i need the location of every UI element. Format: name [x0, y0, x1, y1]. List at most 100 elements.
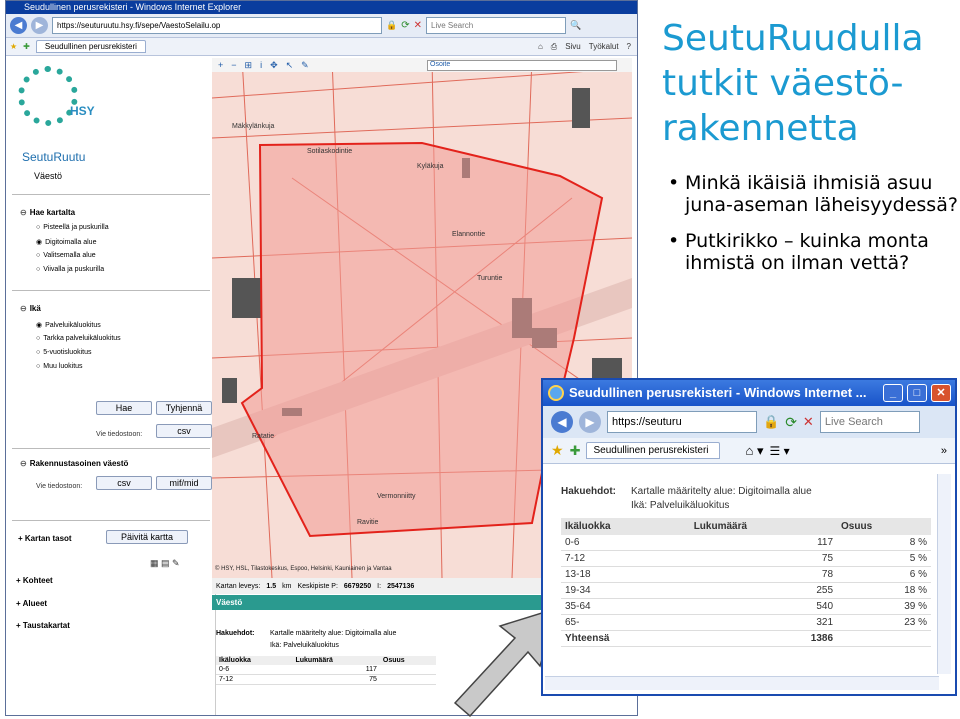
feeds-icon[interactable]: ☰ ▾: [770, 444, 790, 458]
update-map-button[interactable]: Päivitä kartta: [106, 530, 188, 544]
pan-icon[interactable]: ✥: [270, 60, 278, 71]
popup-search-input[interactable]: Live Search: [819, 411, 920, 433]
csv-button-2[interactable]: csv: [96, 476, 152, 490]
back-button[interactable]: ◀: [10, 17, 27, 34]
refresh-icon[interactable]: ⟳: [785, 414, 797, 431]
radio-5-year[interactable]: 5-vuotisluokitus: [36, 349, 91, 356]
select-icon[interactable]: ↖: [286, 60, 294, 71]
lock-icon: 🔒: [386, 20, 398, 30]
info-icon[interactable]: i: [260, 60, 262, 70]
zoom-out-icon[interactable]: −: [231, 60, 236, 70]
forward-button[interactable]: ▶: [579, 411, 601, 433]
street-label: Elannontie: [452, 231, 485, 238]
app-title: SeutuRuutu: [22, 150, 86, 164]
divider: [12, 520, 210, 521]
radio-digitize[interactable]: Digitoimalla alue: [36, 238, 96, 246]
radio-point-buffer[interactable]: Pisteellä ja puskurilla: [36, 224, 108, 231]
radio-service-age[interactable]: Palveluikäluokitus: [36, 321, 101, 329]
more-icon[interactable]: »: [941, 445, 955, 457]
tree-taustakartat[interactable]: Taustakartat: [16, 621, 70, 630]
back-button[interactable]: ◀: [551, 411, 573, 433]
cell-age: 13-18: [561, 566, 690, 583]
home-icon[interactable]: ⌂: [538, 42, 543, 52]
divider: [12, 290, 210, 291]
map-copyright: © HSY, HSL, Tilastokeskus, Espoo, Helsin…: [215, 566, 392, 572]
section-age[interactable]: Ikä: [20, 304, 41, 313]
close-icon[interactable]: ✕: [414, 20, 422, 31]
radio-exact-service-age[interactable]: Tarkka palveluikäluokitus: [36, 335, 120, 342]
digitize-icon[interactable]: ✎: [301, 60, 309, 71]
sidebar: HSY SeutuRuutu Väestö Hae kartalta Piste…: [6, 58, 216, 715]
popup-title: Seudullinen perusrekisteri - Windows Int…: [569, 385, 867, 400]
zoom-box-icon[interactable]: ⊞: [245, 60, 253, 71]
criteria-area: Kartalle määritelty alue: Digitoimalla a…: [631, 486, 812, 497]
col-header: Osuus: [837, 518, 931, 535]
search-input[interactable]: Live Search: [426, 17, 566, 34]
tab-current[interactable]: Seudullinen perusrekisteri: [35, 40, 146, 53]
page-menu[interactable]: Sivu: [565, 42, 581, 52]
total-label: Yhteensä: [561, 630, 690, 647]
table-row: 65- 321 23 %: [561, 614, 931, 631]
search-icon[interactable]: 🔍: [570, 20, 581, 31]
cell-count: 117: [292, 665, 380, 675]
app-subtitle: Väestö: [34, 171, 63, 181]
section-building: Rakennustasoinen väestö: [20, 459, 129, 468]
mifmid-button[interactable]: mif/mid: [156, 476, 212, 490]
ie-icon: [548, 385, 564, 401]
forward-button[interactable]: ▶: [31, 17, 48, 34]
radio-select-area[interactable]: Valitsemalla alue: [36, 252, 95, 259]
horizontal-scrollbar[interactable]: [545, 676, 939, 690]
cell-age: 35-64: [561, 598, 690, 615]
radio-other[interactable]: Muu luokitus: [36, 363, 82, 370]
map-toolbar: + − ⊞ i ✥ ↖ ✎ Osoite: [212, 58, 632, 72]
divider: [12, 194, 210, 195]
favorites-icon[interactable]: ★: [551, 442, 564, 459]
add-favorite-icon[interactable]: ✚: [23, 42, 30, 51]
popup-nav: ◀ ▶ https://seuturu 🔒 ⟳ ✕ Live Search: [543, 406, 955, 438]
status-width-label: Kartan leveys:: [216, 582, 261, 590]
command-bar: ⌂ ⎙ Sivu Työkalut ?: [538, 42, 637, 52]
section-fetch[interactable]: Hae kartalta: [20, 208, 75, 217]
csv-button[interactable]: csv: [156, 424, 212, 438]
total-row: Yhteensä 1386: [561, 630, 931, 647]
home-icon[interactable]: ⌂ ▾: [746, 443, 764, 459]
slide-title: SeutuRuudulla tutkit väestö-rakennetta: [662, 18, 924, 149]
cell-share: [379, 665, 436, 675]
layer-tools-icons[interactable]: ▦ ▤ ✎: [150, 558, 180, 569]
results-table: Ikäluokka Lukumäärä Osuus 0-6 117 8 % 7-…: [561, 518, 931, 647]
clear-button[interactable]: Tyhjennä: [156, 401, 212, 415]
add-favorite-icon[interactable]: ✚: [570, 443, 581, 459]
cell-share: [379, 674, 436, 685]
tree-alueet[interactable]: Alueet: [16, 599, 47, 608]
zoom-in-icon[interactable]: +: [218, 60, 223, 70]
cell-count: 540: [689, 598, 838, 615]
table-row: 7-12 75: [216, 674, 436, 685]
status-center-label: Keskipiste P:: [297, 582, 338, 590]
total-count: 1386: [689, 630, 838, 647]
tools-menu[interactable]: Työkalut: [589, 42, 619, 52]
print-icon[interactable]: ⎙: [551, 42, 557, 52]
popup-titlebar: Seudullinen perusrekisteri - Windows Int…: [543, 380, 955, 406]
vertical-scrollbar[interactable]: [937, 474, 951, 674]
popup-tab[interactable]: Seudullinen perusrekisteri: [586, 442, 720, 459]
close-button[interactable]: ✕: [931, 384, 951, 402]
popup-address-bar[interactable]: https://seuturu: [607, 411, 757, 433]
stop-icon[interactable]: ✕: [803, 414, 814, 430]
address-search[interactable]: Osoite: [427, 60, 617, 71]
search-button[interactable]: Hae: [96, 401, 152, 415]
export-label: Vie tiedostoon:: [96, 431, 143, 438]
radio-line-buffer[interactable]: Viivalla ja puskurilla: [36, 266, 104, 273]
refresh-icon[interactable]: ⟳: [401, 20, 409, 31]
status-width-unit: km: [282, 582, 292, 590]
street-label: Ravitie: [357, 519, 379, 526]
cell-age: 19-34: [561, 582, 690, 599]
logo-text: HSY: [70, 104, 95, 118]
popup-content: Hakuehdot: Kartalle määritelty alue: Dig…: [545, 468, 937, 668]
favorites-icon[interactable]: ★: [10, 42, 17, 51]
criteria-area: Kartalle määritelty alue: Digitoimalla a…: [270, 630, 397, 637]
minimize-button[interactable]: _: [883, 384, 903, 402]
maximize-button[interactable]: □: [907, 384, 927, 402]
help-icon[interactable]: ?: [627, 42, 631, 52]
tree-kohteet[interactable]: Kohteet: [16, 576, 53, 585]
address-bar[interactable]: https://seuturuutu.hsy.fi/sepe/VaestoSel…: [52, 17, 382, 34]
